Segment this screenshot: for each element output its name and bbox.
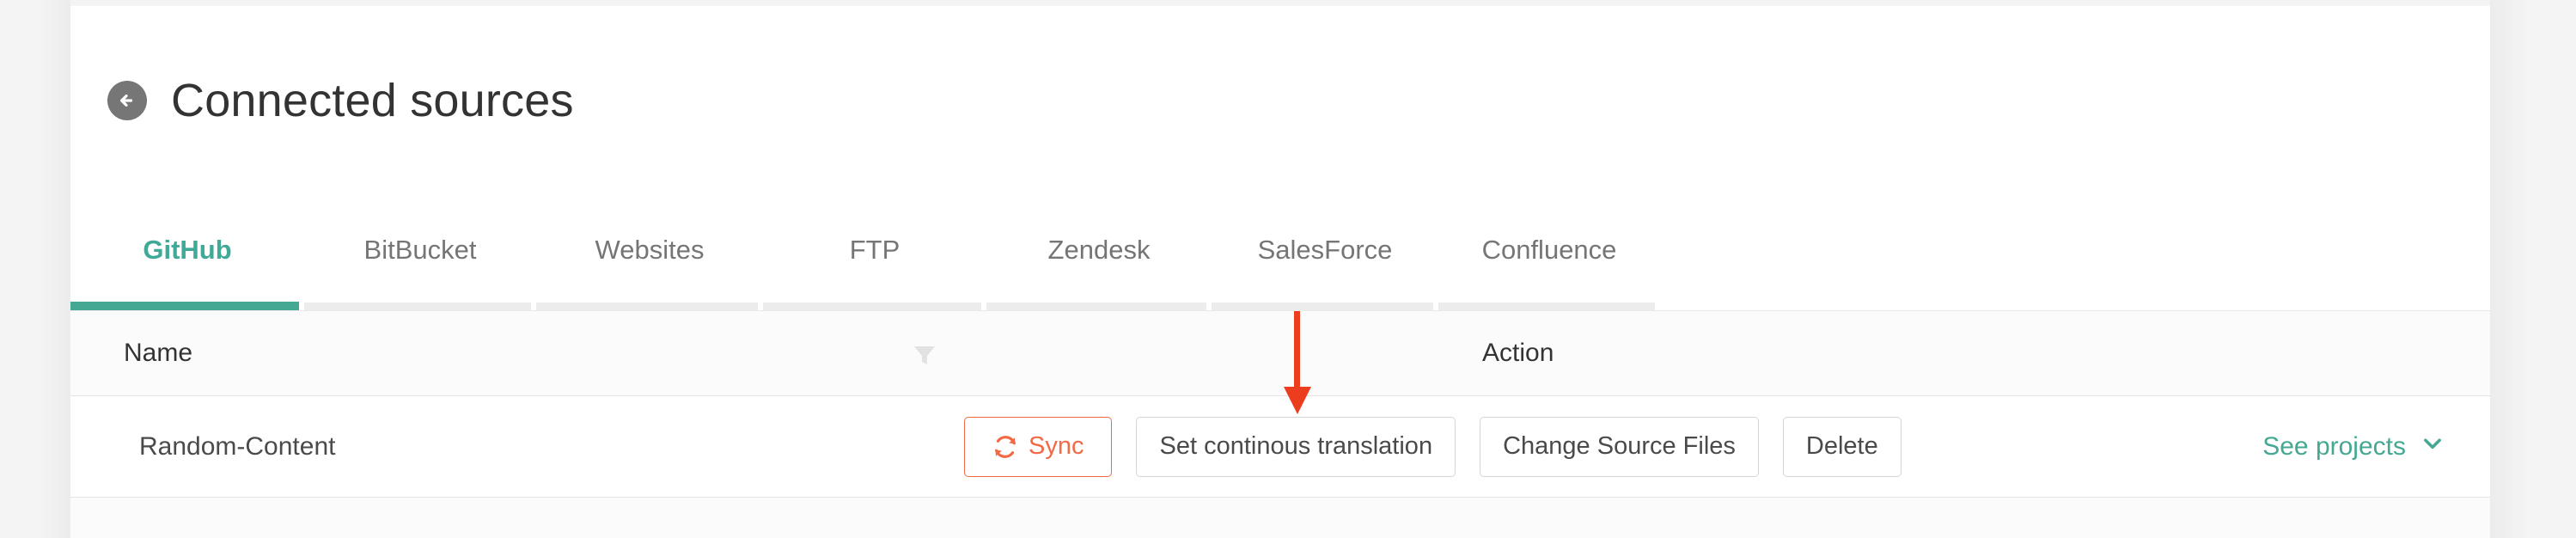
see-projects-label: See projects xyxy=(2262,431,2406,461)
tab-underline xyxy=(536,303,758,310)
page-left-gutter xyxy=(0,0,70,538)
cell-source-name: Random-Content xyxy=(139,431,336,461)
tab-confluence[interactable]: Confluence xyxy=(1438,188,1660,310)
sync-refresh-icon xyxy=(992,434,1018,460)
change-source-files-button[interactable]: Change Source Files xyxy=(1480,416,1759,477)
tab-github[interactable]: GitHub xyxy=(70,188,304,310)
set-continuous-translation-button[interactable]: Set continous translation xyxy=(1136,416,1456,477)
chevron-down-icon xyxy=(2420,431,2445,463)
tab-salesforce[interactable]: SalesForce xyxy=(1212,188,1438,310)
column-header-action: Action xyxy=(1482,339,1554,367)
see-projects-toggle[interactable]: See projects xyxy=(2262,396,2445,497)
tab-ftp[interactable]: FTP xyxy=(763,188,986,310)
page-title: Connected sources xyxy=(171,75,574,126)
tab-underline xyxy=(763,303,981,310)
page-right-gutter xyxy=(2490,0,2576,538)
tab-websites[interactable]: Websites xyxy=(536,188,763,310)
row-action-buttons: Sync Set continous translation Change So… xyxy=(964,396,1901,497)
tab-label: FTP xyxy=(849,235,900,265)
sync-button-label: Sync xyxy=(1029,432,1084,460)
source-type-tabs: GitHub BitBucket Websites FTP Zendesk Sa xyxy=(70,188,2490,310)
connected-sources-card: Connected sources GitHub BitBucket Websi… xyxy=(70,6,2490,538)
tab-label: Websites xyxy=(595,235,705,265)
change-source-files-label: Change Source Files xyxy=(1503,432,1736,460)
tab-underline xyxy=(1438,303,1655,310)
page-top-gutter xyxy=(0,0,2576,6)
table-header-row: Name Action xyxy=(70,310,2490,396)
column-header-name: Name xyxy=(124,339,193,367)
arrow-left-circle-icon xyxy=(114,88,140,113)
tab-underline xyxy=(986,303,1206,310)
tab-bitbucket[interactable]: BitBucket xyxy=(304,188,536,310)
tab-underline xyxy=(70,302,299,310)
page-root: Connected sources GitHub BitBucket Websi… xyxy=(0,0,2576,538)
tab-label: BitBucket xyxy=(363,235,477,265)
filter-funnel-icon[interactable] xyxy=(910,340,939,370)
tab-underline xyxy=(1212,303,1433,310)
back-button[interactable] xyxy=(107,81,147,120)
tab-zendesk[interactable]: Zendesk xyxy=(986,188,1212,310)
page-header: Connected sources xyxy=(70,6,2490,195)
delete-button-label: Delete xyxy=(1805,432,1878,460)
tab-underline xyxy=(304,303,531,310)
delete-button[interactable]: Delete xyxy=(1782,416,1901,477)
table-footer-strip xyxy=(70,498,2490,538)
table-row: Random-Content Sync Set continous transl… xyxy=(70,396,2490,498)
tab-label: Zendesk xyxy=(1047,235,1151,265)
tab-label: GitHub xyxy=(143,235,232,265)
sync-button[interactable]: Sync xyxy=(964,416,1113,477)
set-continuous-translation-label: Set continous translation xyxy=(1159,432,1433,460)
tab-label: Confluence xyxy=(1481,235,1617,265)
tab-label: SalesForce xyxy=(1257,235,1393,265)
